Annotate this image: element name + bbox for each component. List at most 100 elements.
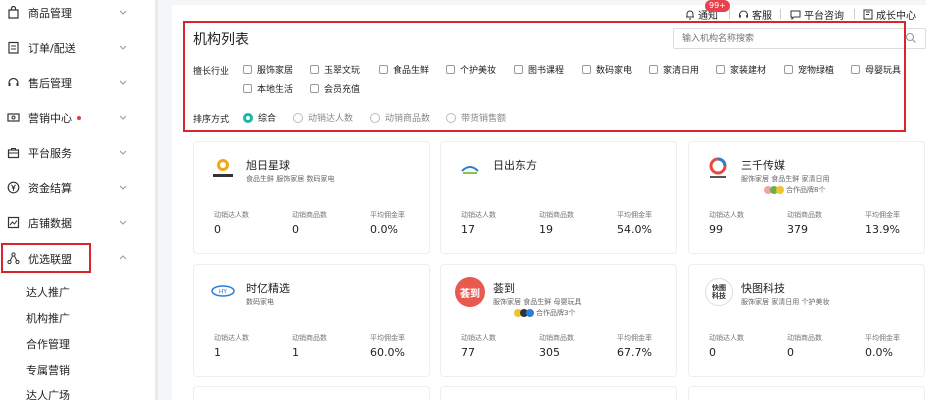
stat-commission: 60.0% bbox=[370, 346, 405, 359]
brand-count: 合作品牌3个 bbox=[536, 309, 576, 317]
chevron-up-icon bbox=[119, 255, 127, 260]
agency-brands: 合作品牌8个 bbox=[764, 185, 825, 195]
agency-logo bbox=[457, 155, 483, 181]
chevron-down-icon bbox=[119, 10, 127, 15]
agency-tags: 食品生鲜 服饰家居 数码家电 bbox=[246, 175, 335, 183]
sidebar-sub-talent-square[interactable]: 达人广场 bbox=[26, 387, 70, 400]
agency-card[interactable] bbox=[440, 386, 677, 400]
headset-icon bbox=[739, 10, 748, 18]
sidebar-item-label: 商品管理 bbox=[28, 6, 72, 20]
stat-label-commission: 平均佣金率 bbox=[370, 334, 405, 342]
sidebar-sub-exclusive[interactable]: 专属营销 bbox=[26, 362, 70, 378]
chevron-down-icon bbox=[119, 220, 127, 225]
stat-label-products: 动销商品数 bbox=[787, 334, 822, 342]
agency-card[interactable] bbox=[688, 386, 925, 400]
stat-talents: 99 bbox=[709, 223, 723, 236]
stat-products: 379 bbox=[787, 223, 808, 236]
stat-label-talents: 动销达人数 bbox=[214, 334, 249, 342]
sidebar-item-orders[interactable]: 订单/配送 bbox=[0, 30, 150, 65]
sidebar-item-store-data[interactable]: 店铺数据 bbox=[0, 205, 150, 240]
service-label: 客服 bbox=[752, 11, 772, 22]
sidebar-item-aftersale[interactable]: 售后管理 bbox=[0, 65, 150, 100]
stat-talents: 0 bbox=[214, 223, 221, 236]
bell-icon bbox=[686, 10, 694, 20]
stat-label-talents: 动销达人数 bbox=[214, 211, 249, 219]
briefcase-icon bbox=[6, 146, 20, 160]
agency-logo: 荟到 bbox=[455, 277, 485, 307]
flag-icon bbox=[863, 9, 873, 20]
agency-tags: 数码家电 bbox=[246, 298, 274, 306]
sidebar-sub-cooperation[interactable]: 合作管理 bbox=[26, 336, 70, 352]
agency-card[interactable]: 旭日星球 食品生鲜 服饰家居 数码家电 动销达人数 动销商品数 平均佣金率 0 … bbox=[193, 141, 430, 254]
sidebar-item-marketing[interactable]: 营销中心 bbox=[0, 100, 150, 135]
sidebar-item-label: 售后管理 bbox=[28, 76, 72, 90]
agency-card[interactable]: 快图科技 快图科技 服饰家居 家清日用 个护美妆 动销达人数 动销商品数 平均佣… bbox=[688, 264, 925, 377]
stat-label-talents: 动销达人数 bbox=[709, 211, 744, 219]
agency-logo: HY bbox=[210, 278, 236, 304]
bag-icon bbox=[6, 6, 20, 20]
filter-highlight-box bbox=[183, 21, 906, 132]
stat-label-talents: 动销达人数 bbox=[709, 334, 744, 342]
sidebar-item-label: 营销中心 bbox=[28, 111, 72, 125]
stat-products: 305 bbox=[539, 346, 560, 359]
stat-label-talents: 动销达人数 bbox=[461, 334, 496, 342]
consult-label: 平台咨询 bbox=[804, 11, 844, 22]
stat-commission: 54.0% bbox=[617, 223, 652, 236]
chevron-down-icon bbox=[119, 115, 127, 120]
brand-avatar bbox=[526, 309, 534, 317]
brand-avatar bbox=[776, 186, 784, 194]
service-icon bbox=[6, 76, 20, 90]
divider bbox=[729, 9, 730, 19]
agency-name: 快图科技 bbox=[741, 282, 785, 295]
stat-products: 0 bbox=[292, 223, 299, 236]
sidebar: 商品管理 订单/配送 售后管理 营销中心 平台服务 资金结算 店铺数据 优选联盟 bbox=[0, 0, 155, 400]
agency-card[interactable] bbox=[193, 386, 430, 400]
stat-talents: 1 bbox=[214, 346, 221, 359]
sidebar-sub-talent-promo[interactable]: 达人推广 bbox=[26, 284, 70, 300]
sidebar-item-label: 资金结算 bbox=[28, 181, 72, 195]
agency-card[interactable]: HY 时亿精选 数码家电 动销达人数 动销商品数 平均佣金率 1 1 60.0% bbox=[193, 264, 430, 377]
chevron-down-icon bbox=[119, 150, 127, 155]
svg-text:HY: HY bbox=[219, 289, 228, 296]
sidebar-item-label: 平台服务 bbox=[28, 146, 72, 160]
stat-label-products: 动销商品数 bbox=[292, 334, 327, 342]
agency-card[interactable]: 三千传媒 服饰家居 食品生鲜 家清日用 合作品牌8个 动销达人数 动销商品数 平… bbox=[688, 141, 925, 254]
agency-card[interactable]: 日出东方 动销达人数 动销商品数 平均佣金率 17 19 54.0% bbox=[440, 141, 677, 254]
notification-dot bbox=[77, 115, 81, 120]
sidebar-item-label: 店铺数据 bbox=[28, 216, 72, 230]
agency-tags: 服饰家居 食品生鲜 母婴玩具 bbox=[493, 298, 582, 306]
search-icon[interactable] bbox=[905, 32, 917, 44]
chat-icon bbox=[790, 10, 801, 20]
divider bbox=[854, 9, 855, 19]
agency-card[interactable]: 荟到 荟到 服饰家居 食品生鲜 母婴玩具 合作品牌3个 动销达人数 动销商品数 … bbox=[440, 264, 677, 377]
stat-label-commission: 平均佣金率 bbox=[370, 211, 405, 219]
agency-tags: 服饰家居 食品生鲜 家清日用 bbox=[741, 175, 830, 183]
sidebar-item-products[interactable]: 商品管理 bbox=[0, 0, 150, 30]
sidebar-sub-agency-promo[interactable]: 机构推广 bbox=[26, 310, 70, 326]
agency-name: 日出东方 bbox=[493, 159, 537, 172]
agency-logo: 快图科技 bbox=[705, 278, 733, 306]
agency-brands: 合作品牌3个 bbox=[514, 308, 575, 318]
sidebar-item-label: 订单/配送 bbox=[28, 41, 76, 55]
sidebar-item-settlement[interactable]: 资金结算 bbox=[0, 170, 150, 205]
stat-talents: 77 bbox=[461, 346, 475, 359]
agency-logo bbox=[705, 155, 731, 181]
agency-name: 时亿精选 bbox=[246, 282, 290, 295]
agency-logo bbox=[210, 155, 236, 181]
chart-icon bbox=[6, 216, 20, 230]
stat-commission: 67.7% bbox=[617, 346, 652, 359]
agency-name: 荟到 bbox=[493, 282, 515, 295]
growth-button[interactable]: 成长中心 bbox=[863, 7, 916, 22]
service-button[interactable]: 客服 bbox=[738, 7, 772, 22]
sidebar-divider bbox=[155, 0, 158, 400]
stat-talents: 17 bbox=[461, 223, 475, 236]
growth-label: 成长中心 bbox=[876, 11, 916, 22]
sidebar-item-platform-service[interactable]: 平台服务 bbox=[0, 135, 150, 170]
stat-label-commission: 平均佣金率 bbox=[865, 211, 900, 219]
stat-commission: 0.0% bbox=[865, 346, 893, 359]
consult-button[interactable]: 平台咨询 bbox=[790, 7, 844, 22]
divider bbox=[780, 9, 781, 19]
stat-label-products: 动销商品数 bbox=[539, 334, 574, 342]
stat-label-products: 动销商品数 bbox=[787, 211, 822, 219]
ticket-icon bbox=[6, 111, 20, 125]
